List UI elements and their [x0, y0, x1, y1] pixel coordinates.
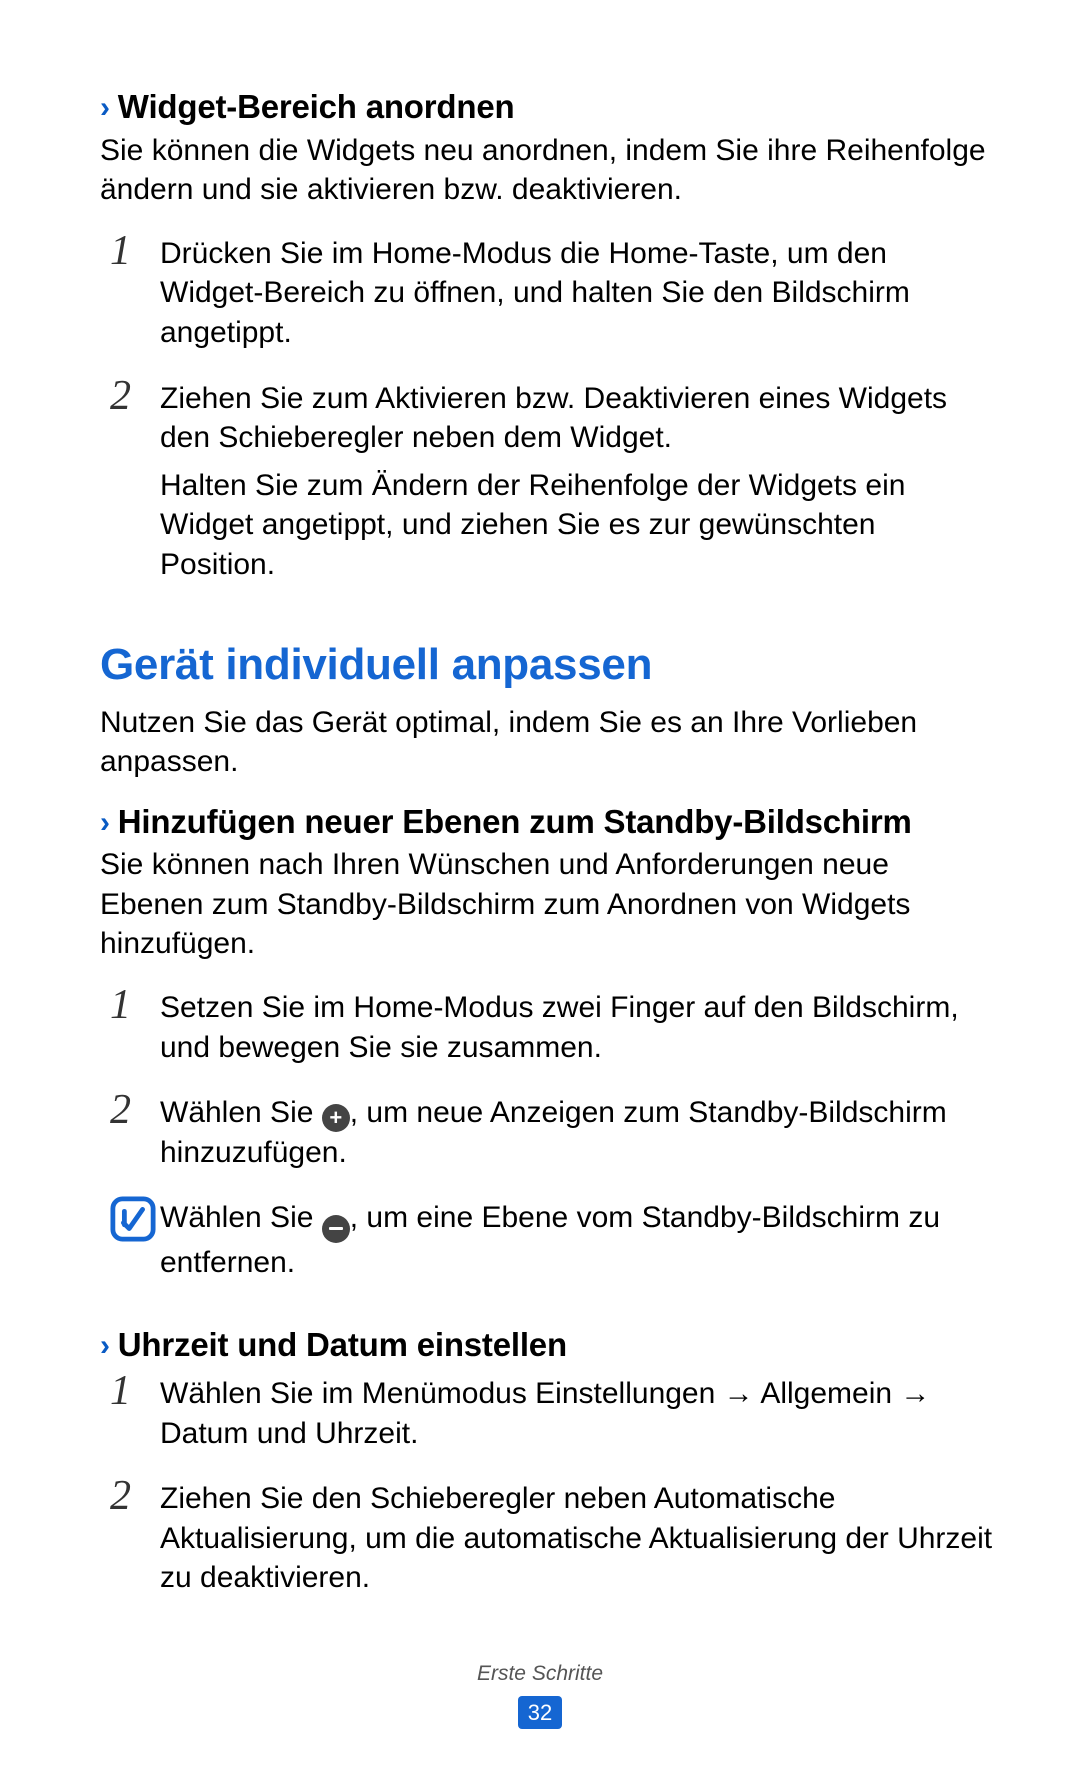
section2-intro: Sie können nach Ihren Wünschen und Anfor…: [100, 845, 995, 964]
arrow-separator: →: [715, 1377, 760, 1410]
step-number: 2: [110, 1473, 160, 1606]
step-body: Ziehen Sie zum Aktivieren bzw. Deaktivie…: [160, 373, 995, 593]
step: 1 Wählen Sie im Menümodus Einstellungen …: [110, 1368, 995, 1461]
chevron-icon: ›: [100, 803, 110, 843]
subheading-datetime: ›Uhrzeit und Datum einstellen: [100, 1323, 995, 1367]
step-text: Wählen Sie im Menümodus Einstellungen → …: [160, 1374, 995, 1453]
text-fragment: Wählen Sie im Menümodus: [160, 1377, 535, 1410]
subheading-widget-arrange: ›Widget-Bereich anordnen: [100, 85, 995, 129]
section1-steps: 1 Drücken Sie im Home-Modus die Home-Tas…: [110, 228, 995, 593]
main-intro: Nutzen Sie das Gerät optimal, indem Sie …: [100, 703, 995, 782]
plus-icon: +: [322, 1104, 350, 1132]
step-number: 1: [110, 228, 160, 361]
chevron-icon: ›: [100, 88, 110, 128]
manual-page: ›Widget-Bereich anordnen Sie können die …: [0, 0, 1080, 1771]
section2-steps: 1 Setzen Sie im Home-Modus zwei Finger a…: [110, 982, 995, 1180]
step-text: Setzen Sie im Home-Modus zwei Finger auf…: [160, 988, 995, 1067]
step-text: Wählen Sie +, um neue Anzeigen zum Stand…: [160, 1093, 995, 1172]
minus-icon: [322, 1215, 350, 1243]
step: 2 Ziehen Sie zum Aktivieren bzw. Deaktiv…: [110, 373, 995, 593]
step-text: Ziehen Sie zum Aktivieren bzw. Deaktivie…: [160, 379, 995, 458]
step-body: Setzen Sie im Home-Modus zwei Finger auf…: [160, 982, 995, 1075]
page-footer: Erste Schritte 32: [0, 1660, 1080, 1731]
text-fragment: Wählen Sie: [160, 1201, 322, 1234]
section3-steps: 1 Wählen Sie im Menümodus Einstellungen …: [110, 1368, 995, 1606]
chevron-icon: ›: [100, 1326, 110, 1366]
step-body: Wählen Sie im Menümodus Einstellungen → …: [160, 1368, 995, 1461]
arrow-separator: →: [892, 1377, 930, 1410]
step: 2 Ziehen Sie den Schieberegler neben Aut…: [110, 1473, 995, 1606]
text-fragment: .: [410, 1417, 418, 1450]
main-heading: Gerät individuell anpassen: [100, 636, 995, 694]
step-number: 2: [110, 1087, 160, 1180]
subheading-text: Hinzufügen neuer Ebenen zum Standby-Bild…: [118, 803, 912, 840]
step: 2 Wählen Sie +, um neue Anzeigen zum Sta…: [110, 1087, 995, 1180]
step-body: Wählen Sie +, um neue Anzeigen zum Stand…: [160, 1087, 995, 1180]
step: 1 Drücken Sie im Home-Modus die Home-Tas…: [110, 228, 995, 361]
step-body: Ziehen Sie den Schieberegler neben Autom…: [160, 1473, 995, 1606]
note-icon: [110, 1192, 160, 1253]
menu-path-item: Allgemein: [760, 1377, 892, 1410]
step-number: 1: [110, 982, 160, 1075]
subheading-text: Uhrzeit und Datum einstellen: [118, 1326, 567, 1363]
note-body: Wählen Sie , um eine Ebene vom Standby-B…: [160, 1192, 995, 1282]
step-number: 1: [110, 1368, 160, 1461]
step-text: Ziehen Sie den Schieberegler neben Autom…: [160, 1479, 995, 1598]
text-fragment: Wählen Sie: [160, 1096, 322, 1129]
subheading-add-layers: ›Hinzufügen neuer Ebenen zum Standby-Bil…: [100, 800, 995, 844]
note: Wählen Sie , um eine Ebene vom Standby-B…: [110, 1192, 995, 1282]
step-text: Drücken Sie im Home-Modus die Home-Taste…: [160, 234, 995, 353]
step-body: Drücken Sie im Home-Modus die Home-Taste…: [160, 228, 995, 361]
section1-intro: Sie können die Widgets neu anordnen, ind…: [100, 131, 995, 210]
step-number: 2: [110, 373, 160, 593]
step-text: Halten Sie zum Ändern der Reihenfolge de…: [160, 466, 995, 585]
step: 1 Setzen Sie im Home-Modus zwei Finger a…: [110, 982, 995, 1075]
subheading-text: Widget-Bereich anordnen: [118, 88, 515, 125]
text-fragment: Ziehen Sie den Schieberegler neben: [160, 1482, 654, 1515]
footer-section-label: Erste Schritte: [0, 1660, 1080, 1688]
menu-path-item: Datum und Uhrzeit: [160, 1417, 410, 1450]
menu-path-item: Einstellungen: [535, 1377, 715, 1410]
page-number: 32: [518, 1696, 562, 1729]
